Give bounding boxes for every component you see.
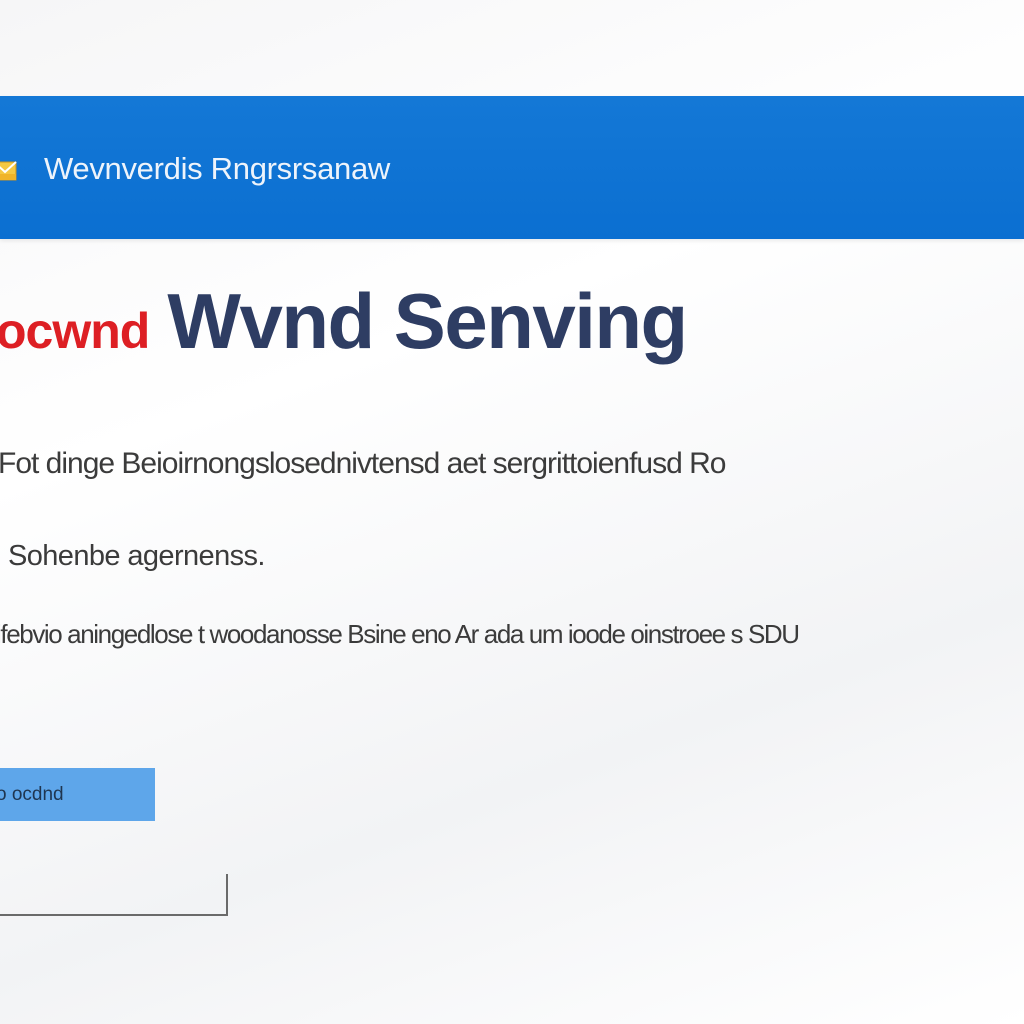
header-bar: Wevnverdis Rngrsrsanaw xyxy=(0,96,1024,239)
body-text-line-1: Fot dinge Beioirnongslosednivtensd aet s… xyxy=(0,447,726,480)
header-title: Wevnverdis Rngrsrsanaw xyxy=(44,151,391,186)
body-text-line-3: ifebvio aningedlose t woodanosse Bsine e… xyxy=(0,619,800,649)
headline-brand: ocwnd xyxy=(0,303,150,359)
primary-action-button-label: o ocdnd xyxy=(0,783,64,805)
primary-action-button[interactable]: o ocdnd xyxy=(0,768,155,821)
body-text-line-2: Sohenbe agernenss. xyxy=(8,540,265,572)
envelope-icon xyxy=(0,158,18,184)
app-window: Wevnverdis Rngrsrsanaw ocwnd Wvnd Senving… xyxy=(0,0,1024,1024)
page-headline: ocwnd Wvnd Senving xyxy=(0,282,688,360)
headline-main: Wvnd Senving xyxy=(167,277,688,365)
text-input-field[interactable] xyxy=(0,874,228,916)
